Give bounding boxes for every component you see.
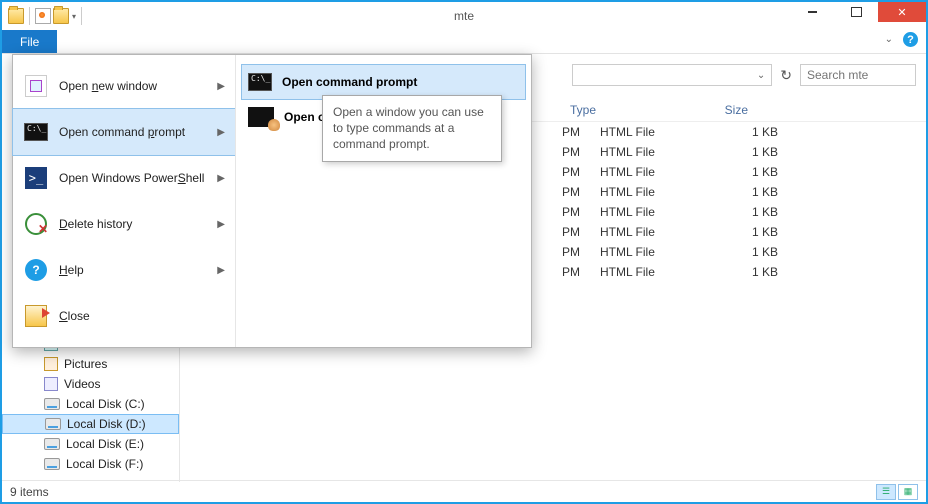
nav-drive-c[interactable]: Local Disk (C:) — [2, 394, 179, 414]
qat-properties-icon[interactable] — [35, 8, 51, 24]
cell-time: PM — [550, 245, 600, 259]
qat-newfolder-icon[interactable] — [53, 8, 69, 24]
col-type[interactable]: Type — [570, 103, 688, 117]
menu-open-command-prompt[interactable]: C:\_ Open command prompt ▶ — [13, 109, 235, 155]
address-toolbar: ⌄ ↻ — [572, 64, 916, 86]
pictures-icon — [44, 357, 58, 371]
cell-time: PM — [550, 265, 600, 279]
cell-time: PM — [550, 225, 600, 239]
view-icons-button[interactable]: ▦ — [898, 484, 918, 500]
maximize-button[interactable] — [834, 2, 878, 22]
col-size[interactable]: Size — [688, 103, 778, 117]
window-icon — [25, 75, 47, 97]
separator — [81, 7, 82, 25]
cell-type: HTML File — [600, 145, 718, 159]
submenu-open-command-prompt[interactable]: C:\_ Open command prompt — [242, 65, 525, 99]
help-icon: ? — [25, 259, 47, 281]
ribbon-bar: File ⌄ ? — [2, 30, 926, 54]
cell-size: 1 KB — [718, 125, 808, 139]
status-item-count: 9 items — [10, 485, 49, 499]
search-box[interactable] — [800, 64, 916, 86]
cell-size: 1 KB — [718, 145, 808, 159]
submenu-arrow-icon: ▶ — [217, 127, 225, 138]
view-details-button[interactable]: ☰ — [876, 484, 896, 500]
drive-icon — [44, 458, 60, 470]
address-bar[interactable]: ⌄ — [572, 64, 772, 86]
menu-help[interactable]: ? Help ▶ — [13, 247, 235, 293]
nav-pictures[interactable]: Pictures — [2, 354, 179, 374]
cell-time: PM — [550, 165, 600, 179]
cell-size: 1 KB — [718, 185, 808, 199]
history-icon — [25, 213, 47, 235]
separator — [29, 7, 30, 25]
submenu-arrow-icon: ▶ — [217, 81, 225, 92]
search-input[interactable] — [807, 68, 887, 82]
refresh-icon[interactable]: ↻ — [780, 67, 792, 84]
cell-time: PM — [550, 125, 600, 139]
status-bar: 9 items ☰ ▦ — [2, 480, 926, 502]
drive-icon — [44, 398, 60, 410]
submenu-arrow-icon: ▶ — [217, 219, 225, 230]
menu-close[interactable]: Close — [13, 293, 235, 339]
cell-type: HTML File — [600, 205, 718, 219]
drive-icon — [45, 418, 61, 430]
nav-drive-f[interactable]: Local Disk (F:) — [2, 454, 179, 474]
drive-icon — [44, 438, 60, 450]
cell-time: PM — [550, 185, 600, 199]
cell-size: 1 KB — [718, 165, 808, 179]
window-title: mte — [454, 9, 474, 23]
cell-type: HTML File — [600, 225, 718, 239]
cell-size: 1 KB — [718, 265, 808, 279]
cmd-icon: C:\_ — [24, 123, 48, 141]
minimize-button[interactable] — [790, 2, 834, 22]
cell-type: HTML File — [600, 245, 718, 259]
close-folder-icon — [25, 305, 47, 327]
menu-open-new-window[interactable]: Open new window ▶ — [13, 63, 235, 109]
menu-delete-history[interactable]: Delete history ▶ — [13, 201, 235, 247]
cell-type: HTML File — [600, 165, 718, 179]
cell-time: PM — [550, 145, 600, 159]
qat-dropdown-icon[interactable]: ▾ — [72, 12, 76, 21]
cell-type: HTML File — [600, 125, 718, 139]
cmd-admin-icon — [248, 107, 274, 127]
nav-videos[interactable]: Videos — [2, 374, 179, 394]
cell-type: HTML File — [600, 185, 718, 199]
cell-size: 1 KB — [718, 225, 808, 239]
cell-time: PM — [550, 205, 600, 219]
menu-open-powershell[interactable]: >_ Open Windows PowerShell ▶ — [13, 155, 235, 201]
submenu-label: Open command prompt — [282, 75, 417, 89]
tooltip: Open a window you can use to type comman… — [322, 95, 502, 162]
nav-drive-d[interactable]: Local Disk (D:) — [2, 414, 179, 434]
nav-drive-e[interactable]: Local Disk (E:) — [2, 434, 179, 454]
titlebar: ▾ mte — [2, 2, 926, 30]
submenu-arrow-icon: ▶ — [217, 173, 225, 184]
videos-icon — [44, 377, 58, 391]
file-menu: Open new window ▶ C:\_ Open command prom… — [12, 54, 532, 348]
file-tab[interactable]: File — [2, 30, 57, 53]
close-window-button[interactable] — [878, 2, 926, 22]
powershell-icon: >_ — [25, 167, 47, 189]
help-icon[interactable]: ? — [903, 32, 918, 47]
submenu-arrow-icon: ▶ — [217, 265, 225, 276]
cmd-icon: C:\_ — [248, 73, 272, 91]
cell-type: HTML File — [600, 265, 718, 279]
cell-size: 1 KB — [718, 205, 808, 219]
cell-size: 1 KB — [718, 245, 808, 259]
app-folder-icon[interactable] — [8, 8, 24, 24]
ribbon-expand-icon[interactable]: ⌄ — [885, 34, 893, 45]
